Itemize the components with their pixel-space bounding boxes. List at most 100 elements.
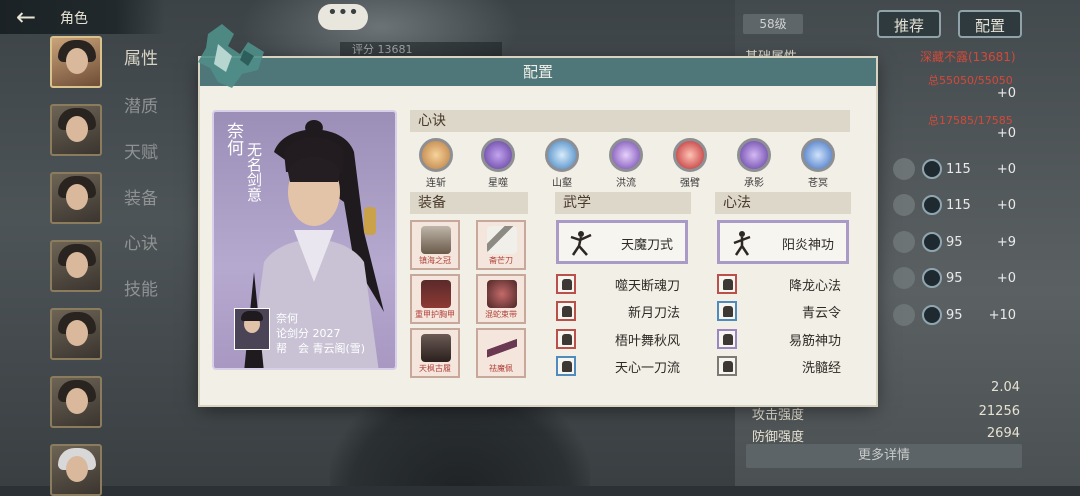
martial-sub-skill[interactable]: 天心一刀流 xyxy=(556,356,688,376)
pendant-icon xyxy=(487,334,517,362)
recommend-button[interactable]: 推荐 xyxy=(877,10,941,38)
equip-section-header: 装备 xyxy=(410,192,528,214)
config-button[interactable]: 配置 xyxy=(958,10,1022,38)
stat-plus: +0 xyxy=(996,271,1016,286)
martial-section-header: 武学 xyxy=(555,192,691,214)
sidebar-item-heart[interactable]: 心诀 xyxy=(124,229,158,254)
method-sub-skill[interactable]: 青云令 xyxy=(717,301,849,321)
avatar[interactable] xyxy=(50,240,102,292)
method-sub-name: 易筋神功 xyxy=(788,334,841,349)
sidebar-item-attributes[interactable]: 属性 xyxy=(124,44,158,69)
sidebar-item-talent[interactable]: 天赋 xyxy=(124,138,158,163)
heart-skill[interactable]: 苍冥 xyxy=(794,138,842,189)
stat-badge-icon xyxy=(922,268,942,288)
stat-row: 攻击强度 21256 xyxy=(752,404,1020,423)
martial-sub-name: 新月刀法 xyxy=(627,306,680,321)
strength-icon xyxy=(893,304,915,326)
heart-skill-label: 连斩 xyxy=(426,178,446,189)
skill-pose-icon xyxy=(717,301,737,321)
skill-pose-icon xyxy=(717,329,737,349)
sidebar-item-potential[interactable]: 潜质 xyxy=(124,92,158,117)
hp-plus: +0 xyxy=(996,86,1016,101)
mp-plus: +0 xyxy=(996,126,1016,141)
method-sub-skill[interactable]: 洗髓经 xyxy=(717,356,849,376)
skill-pose-icon xyxy=(556,301,576,321)
stat-plus: +0 xyxy=(996,198,1016,213)
method-pose-icon xyxy=(733,231,751,256)
modal-header: 配置 xyxy=(200,58,876,86)
heart-skill[interactable]: 连斩 xyxy=(412,138,460,189)
martial-sub-skill[interactable]: 新月刀法 xyxy=(556,301,688,321)
stat-row-value: 2694 xyxy=(986,426,1020,441)
stat-row-label: 防御强度 xyxy=(752,430,805,445)
helmet-icon xyxy=(421,226,451,254)
equip-slot[interactable]: 斋芒刀 xyxy=(476,220,526,270)
equip-label: 斋芒刀 xyxy=(489,256,513,265)
avatar[interactable] xyxy=(50,444,102,496)
heart-skill[interactable]: 洪流 xyxy=(602,138,650,189)
body-icon xyxy=(893,231,915,253)
avatar[interactable] xyxy=(50,308,102,360)
avatar[interactable] xyxy=(50,376,102,428)
heart-skill[interactable]: 承影 xyxy=(730,138,778,189)
heart-section-header: 心诀 xyxy=(410,110,850,132)
martial-sub-skill[interactable]: 梧叶舞秋风 xyxy=(556,329,688,349)
equip-label: 祛魔佩 xyxy=(489,364,513,373)
equip-label: 重甲护胸甲 xyxy=(415,310,455,319)
avatar[interactable] xyxy=(50,36,102,88)
method-sub-skill[interactable]: 易筋神功 xyxy=(717,329,849,349)
card-info-score: 论剑分 2027 xyxy=(276,327,341,340)
heart-skill-icon xyxy=(481,138,515,172)
equip-label: 混蛇束带 xyxy=(485,310,517,319)
equip-label: 天枫古履 xyxy=(419,364,451,373)
back-arrow-icon[interactable]: ← xyxy=(6,4,46,30)
method-section-header: 心法 xyxy=(715,192,851,214)
equip-slot[interactable]: 重甲护胸甲 xyxy=(410,274,460,324)
boots-icon xyxy=(421,334,451,362)
score-bar: 评分 13681 xyxy=(340,42,502,58)
method-sub-skill[interactable]: 降龙心法 xyxy=(717,274,849,294)
method-sub-name: 青云令 xyxy=(801,306,841,321)
equip-slot[interactable]: 镇海之冠 xyxy=(410,220,460,270)
stat-value: 95 xyxy=(946,271,963,286)
heart-skill-icon xyxy=(419,138,453,172)
character-name-score: 深藏不露(13681) xyxy=(920,50,1016,64)
heart-skill-label: 强臂 xyxy=(680,178,700,189)
chat-bubble-icon[interactable]: ••• xyxy=(318,4,368,30)
avatar[interactable] xyxy=(50,172,102,224)
stat-badge-icon xyxy=(922,232,942,252)
stat-value: 115 xyxy=(946,162,971,177)
skill-pose-icon xyxy=(717,274,737,294)
avatar[interactable] xyxy=(50,104,102,156)
heart-skill[interactable]: 强臂 xyxy=(666,138,714,189)
stat-row-value: 21256 xyxy=(978,404,1020,419)
heart-skill[interactable]: 星噬 xyxy=(474,138,522,189)
martial-pose-icon xyxy=(570,231,592,256)
sidebar-item-skills[interactable]: 技能 xyxy=(124,275,158,300)
martial-main-skill[interactable]: 天魔刀式 xyxy=(556,220,688,264)
blade-icon xyxy=(487,226,517,254)
martial-sub-skill[interactable]: 噬天断魂刀 xyxy=(556,274,688,294)
equip-label: 镇海之冠 xyxy=(419,256,451,265)
top-bar: ← 角色 xyxy=(0,0,165,34)
skill-pose-icon xyxy=(556,329,576,349)
sidebar-item-equipment[interactable]: 装备 xyxy=(124,184,158,209)
character-name: 奈何 xyxy=(223,122,243,156)
equip-slot[interactable]: 天枫古履 xyxy=(410,328,460,378)
heart-skill-icon xyxy=(673,138,707,172)
heart-skill-icon xyxy=(609,138,643,172)
skill-pose-icon xyxy=(556,274,576,294)
equip-slot[interactable]: 混蛇束带 xyxy=(476,274,526,324)
stat-plus: +10 xyxy=(988,308,1016,323)
method-main-skill[interactable]: 阳炎神功 xyxy=(717,220,849,264)
character-card: 奈何 无名剑意 奈何 论剑分 2027 帮 会 青云阁(雪) xyxy=(212,110,397,370)
sword-icon xyxy=(893,158,915,180)
martial-sub-name: 噬天断魂刀 xyxy=(614,279,680,294)
method-sub-name: 洗髓经 xyxy=(801,361,841,376)
modal-title: 配置 xyxy=(522,63,553,81)
mini-portrait xyxy=(234,308,270,350)
heart-skill[interactable]: 山壑 xyxy=(538,138,586,189)
equip-slot[interactable]: 祛魔佩 xyxy=(476,328,526,378)
more-details-button[interactable]: 更多详情 xyxy=(746,444,1022,468)
stat-row-label: 攻击强度 xyxy=(752,408,805,423)
